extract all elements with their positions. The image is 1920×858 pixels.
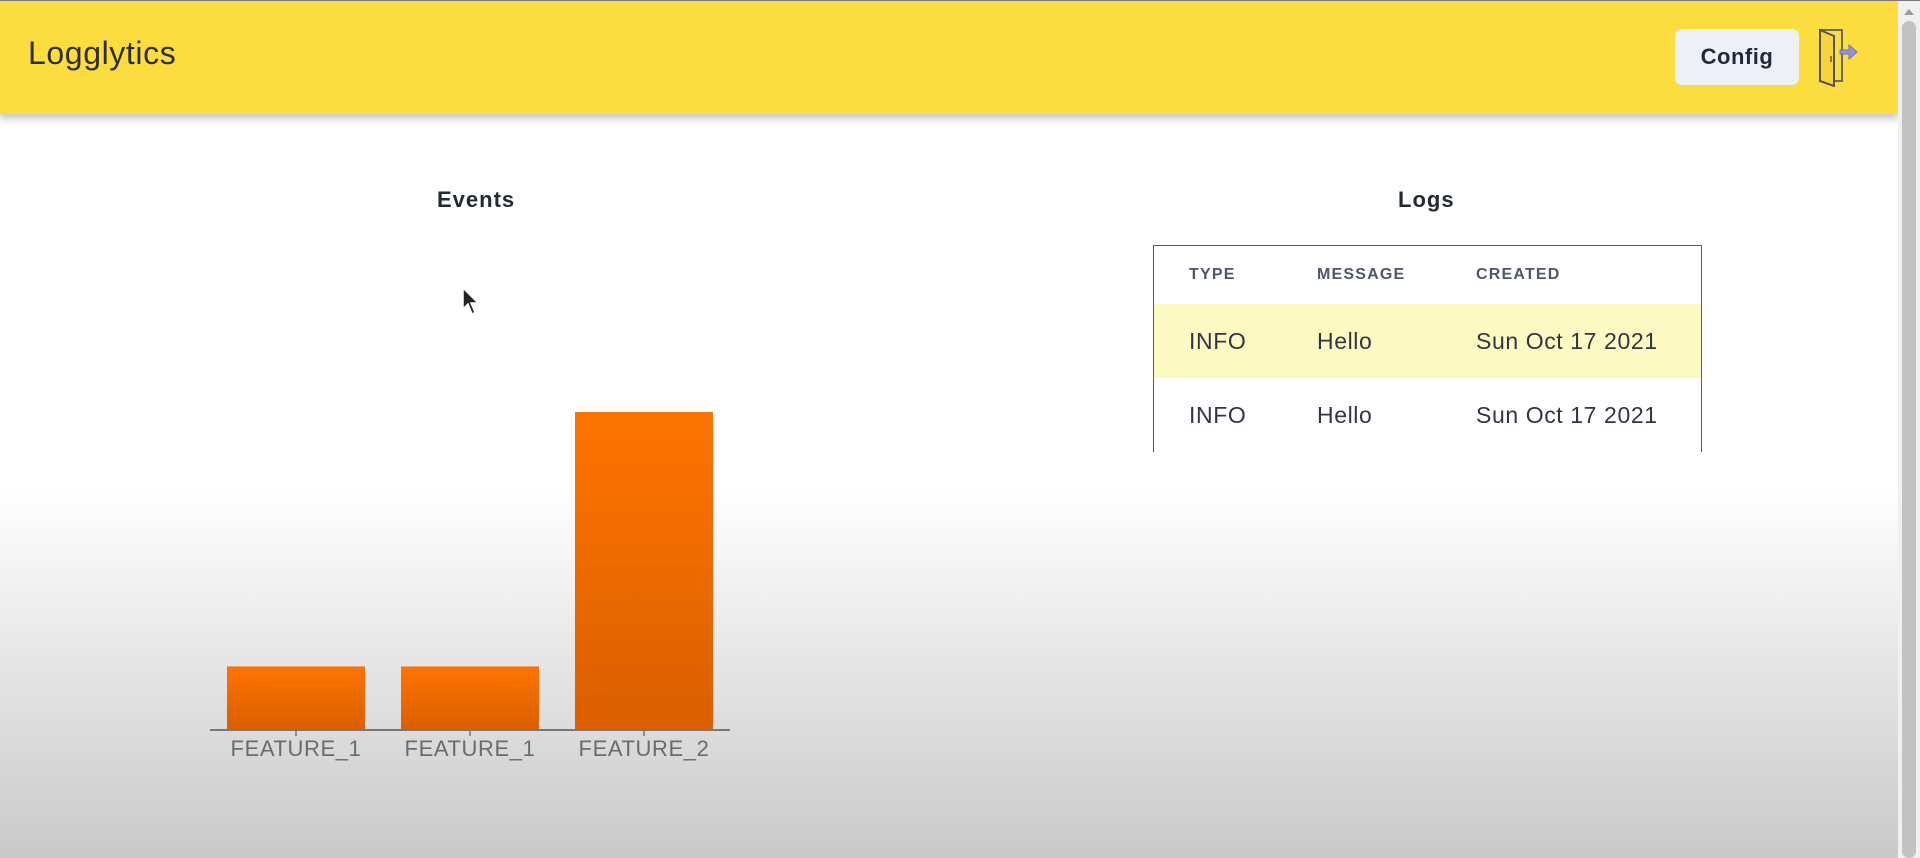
app-header: Logglytics Config: [0, 1, 1898, 114]
config-button[interactable]: Config: [1675, 29, 1799, 85]
table-header: TYPE MESSAGE CREATED: [1154, 246, 1701, 304]
bar-feature_1: [401, 666, 539, 730]
app-title: Logglytics: [28, 35, 177, 71]
cell-type: INFO: [1189, 402, 1247, 428]
x-tick-label: FEATURE_1: [405, 736, 536, 761]
cell-created: Sun Oct 17 2021: [1476, 328, 1658, 354]
logout-button[interactable]: [1812, 27, 1860, 88]
x-tick-label: FEATURE_2: [579, 736, 710, 761]
events-title: Events: [437, 187, 516, 212]
mouse-cursor-icon: [462, 287, 480, 316]
table-row[interactable]: INFO Hello Sun Oct 17 2021: [1154, 304, 1701, 378]
bar-feature_1: [227, 666, 365, 730]
cell-message: Hello: [1317, 402, 1373, 428]
events-bar-chart: FEATURE_1 FEATURE_1 FEATURE_2: [210, 412, 730, 761]
cell-message: Hello: [1317, 328, 1373, 354]
cell-created: Sun Oct 17 2021: [1476, 402, 1658, 428]
logs-table: TYPE MESSAGE CREATED INFO Hello Sun Oct …: [1153, 245, 1702, 452]
x-tick-label: FEATURE_1: [231, 736, 362, 761]
door-exit-icon: [1819, 28, 1858, 88]
bar-feature_2: [575, 412, 713, 730]
table-row[interactable]: INFO Hello Sun Oct 17 2021: [1154, 378, 1701, 452]
scrollbar-thumb[interactable]: [1902, 21, 1916, 858]
logs-title: Logs: [1398, 187, 1455, 212]
column-header-message: MESSAGE: [1317, 266, 1406, 283]
column-header-created: CREATED: [1476, 266, 1561, 283]
vertical-scrollbar[interactable]: [1898, 1, 1920, 858]
cell-type: INFO: [1189, 328, 1247, 354]
column-header-type: TYPE: [1189, 266, 1236, 283]
scroll-up-icon[interactable]: [1904, 9, 1914, 15]
